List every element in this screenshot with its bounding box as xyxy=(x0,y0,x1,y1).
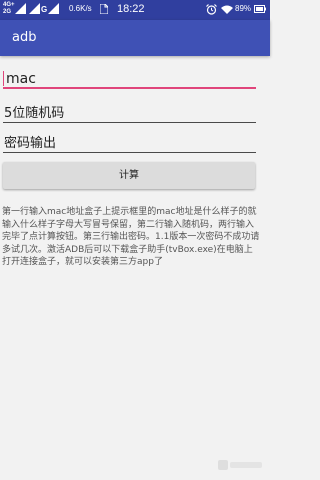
mac-input-value: mac xyxy=(6,71,36,87)
random-code-input-value: 5位随机码 xyxy=(4,106,65,121)
signal-icon xyxy=(15,3,26,14)
text-cursor xyxy=(3,71,4,86)
status-bar: 4G+ 2G G 0.6K/s 18:22 89% xyxy=(0,0,270,20)
calculate-button[interactable]: 计算 xyxy=(3,162,255,189)
network-type: 4G+ 2G xyxy=(3,2,15,16)
app-bar: adb xyxy=(0,20,270,56)
mac-input-underline xyxy=(3,87,256,89)
network-type-bottom: 2G xyxy=(3,9,12,15)
signal-icon xyxy=(48,3,59,14)
alarm-icon xyxy=(206,4,217,15)
network-speed: 0.6K/s xyxy=(69,4,92,13)
clock: 18:22 xyxy=(117,3,145,15)
network-g-label: G xyxy=(41,5,48,14)
password-output-value: 密码输出 xyxy=(4,136,57,151)
battery-percentage: 89% xyxy=(235,4,252,13)
password-output-underline xyxy=(3,152,256,153)
password-output-field[interactable]: 密码输出 xyxy=(3,130,256,153)
watermark-logo xyxy=(218,460,262,470)
wifi-icon xyxy=(221,5,233,14)
signal-icon xyxy=(29,3,40,14)
battery-icon xyxy=(254,5,266,13)
random-code-input[interactable]: 5位随机码 xyxy=(3,100,256,123)
network-type-top: 4G+ xyxy=(3,2,15,8)
app-title: adb xyxy=(12,30,37,45)
mac-input[interactable]: mac xyxy=(3,64,256,89)
instructions-text: 第一行输入mac地址盒子上提示框里的mac地址是什么样子的就输入什么样子字母大写… xyxy=(2,207,260,267)
random-code-input-underline xyxy=(3,122,256,123)
file-icon xyxy=(100,4,108,14)
